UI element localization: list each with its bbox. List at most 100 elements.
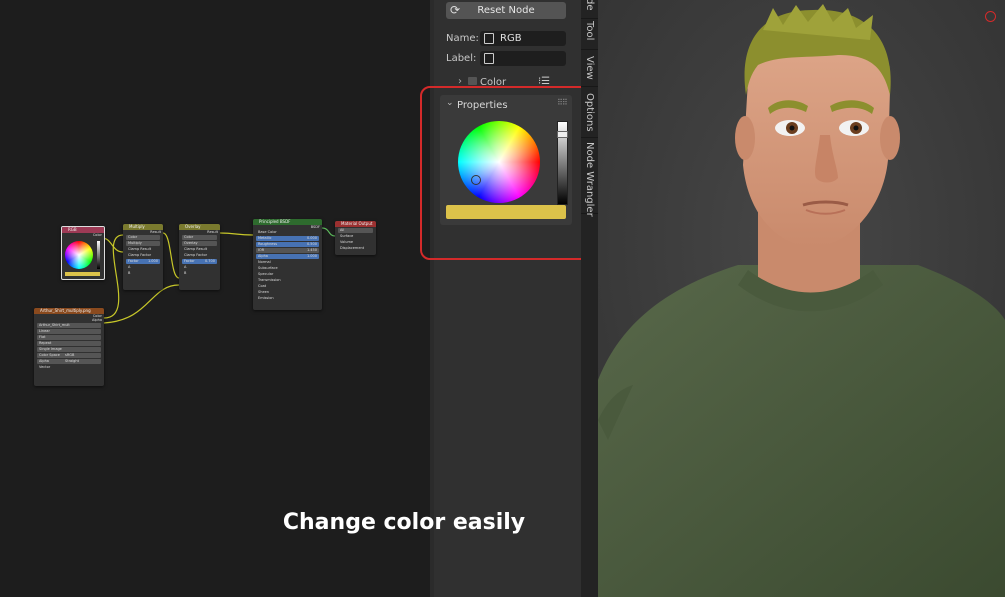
output-header[interactable]: Material Output: [335, 221, 376, 227]
link-mix2-bsdf: [219, 232, 254, 236]
bsdf-metallic-value: 0.000: [306, 236, 317, 240]
image-alpha-mode-label: Alpha: [39, 359, 49, 363]
rgb-node-color-wheel[interactable]: [65, 241, 93, 269]
tab-node-wrangler-label: Node Wrangler: [584, 142, 595, 217]
bsdf-base-color: Base Color: [258, 230, 277, 234]
mix-multiply-b: B: [128, 271, 131, 275]
bsdf-alpha[interactable]: Alpha 1.000: [256, 254, 319, 259]
bsdf-transmission[interactable]: Transmission: [256, 278, 319, 283]
reset-node-button[interactable]: ⟳ Reset Node: [446, 2, 566, 19]
mix-multiply-datatype[interactable]: Color: [126, 235, 160, 240]
name-label: Name:: [446, 33, 479, 44]
mix-overlay-output: Result: [207, 230, 218, 234]
bsdf-sheen[interactable]: Sheen: [256, 290, 319, 295]
label-label: Label:: [446, 53, 477, 64]
node-links: [101, 227, 336, 324]
tab-tool[interactable]: Tool: [581, 19, 598, 50]
reset-node-label: Reset Node: [477, 5, 535, 16]
bsdf-alpha-value: 1.000: [306, 254, 317, 258]
highlight-outline: [420, 86, 590, 260]
3d-viewport[interactable]: [598, 0, 1005, 597]
mix-multiply-node[interactable]: Multiply Result Color Multiply Clamp Res…: [123, 224, 163, 290]
image-extension[interactable]: Repeat: [37, 341, 101, 346]
mix-multiply-factor-value: 1.000: [147, 259, 158, 263]
mix-overlay-clamp-factor[interactable]: Clamp Factor: [182, 253, 217, 258]
link-mix1-mix2: [162, 232, 180, 279]
mix-multiply-output: Result: [150, 230, 161, 234]
bsdf-alpha-label: Alpha: [258, 254, 268, 258]
link-image-mix1: [103, 234, 124, 319]
bsdf-metallic[interactable]: Metallic 0.000: [256, 236, 319, 241]
mix-overlay-factor[interactable]: Factor 0.700: [182, 259, 217, 264]
image-source[interactable]: Single Image: [37, 347, 101, 352]
mix-overlay-datatype[interactable]: Color: [182, 235, 217, 240]
tab-view[interactable]: View: [581, 50, 598, 87]
node-icon: [484, 53, 494, 64]
bsdf-metallic-label: Metallic: [258, 236, 272, 240]
mix-overlay-factor-label: Factor: [184, 259, 195, 263]
mix-multiply-clamp-result[interactable]: Clamp Result: [126, 247, 160, 252]
output-surface: Surface: [340, 234, 354, 238]
bsdf-roughness-value: 0.500: [306, 242, 317, 246]
image-color-space[interactable]: Color Space sRGB: [37, 353, 101, 358]
tab-node-wrangler[interactable]: Node Wrangler: [581, 138, 598, 217]
bsdf-roughness[interactable]: Roughness 0.500: [256, 242, 319, 247]
principled-bsdf-node[interactable]: Principled BSDF BSDF Base Color Metallic…: [253, 219, 322, 310]
mix-multiply-factor-label: Factor: [128, 259, 139, 263]
mix-multiply-factor[interactable]: Factor 1.000: [126, 259, 160, 264]
output-target[interactable]: All: [338, 228, 373, 233]
checkbox[interactable]: [468, 77, 477, 85]
tab-node-label: de: [584, 0, 595, 11]
image-file[interactable]: Arthur_Shirt_mult: [37, 323, 101, 328]
name-value: RGB: [500, 33, 522, 44]
image-alpha-mode-value: Straight: [65, 359, 79, 363]
bsdf-specular[interactable]: Specular: [256, 272, 319, 277]
bsdf-output: BSDF: [310, 225, 320, 229]
node-editor[interactable]: RGB Color Multiply Result Color Multiply…: [0, 0, 430, 597]
mix-overlay-blend[interactable]: Overlay: [182, 241, 217, 246]
mix-overlay-b: B: [184, 271, 187, 275]
character-render: [598, 0, 1005, 597]
rgb-node-swatch[interactable]: [65, 272, 100, 276]
image-alpha-mode[interactable]: Alpha Straight: [37, 359, 101, 364]
tab-tool-label: Tool: [584, 21, 595, 41]
tab-node[interactable]: de: [581, 0, 598, 19]
sidebar-tab-strip: de Tool View Options Node Wrangler: [581, 0, 598, 597]
mix-multiply-a: A: [128, 265, 131, 269]
tab-options[interactable]: Options: [581, 87, 598, 138]
material-output-node[interactable]: Material Output All Surface Volume Displ…: [335, 221, 376, 255]
rgb-node[interactable]: RGB Color: [61, 226, 105, 280]
caption: Change color easily: [282, 510, 526, 535]
label-field[interactable]: [480, 51, 566, 66]
tab-view-label: View: [584, 56, 595, 80]
bsdf-emission[interactable]: Emission: [256, 296, 319, 301]
bsdf-roughness-label: Roughness: [258, 242, 278, 246]
image-color-space-label: Color Space: [39, 353, 60, 357]
image-projection[interactable]: Flat: [37, 335, 101, 340]
node-icon: [484, 33, 494, 44]
mix-overlay-clamp-result[interactable]: Clamp Result: [182, 247, 217, 252]
bsdf-subsurface[interactable]: Subsurface: [256, 266, 319, 271]
tab-options-label: Options: [584, 93, 595, 132]
output-displacement: Displacement: [340, 246, 365, 250]
image-texture-node[interactable]: Arthur_Shirt_multiply.png Color Alpha Ar…: [34, 308, 104, 386]
image-vector: Vector: [39, 365, 51, 369]
bsdf-coat[interactable]: Coat: [256, 284, 319, 289]
bsdf-ior-value: 1.450: [306, 248, 317, 252]
mix-overlay-node[interactable]: Overlay Result Color Overlay Clamp Resul…: [179, 224, 220, 290]
bsdf-ior[interactable]: IOR 1.450: [256, 248, 319, 253]
record-icon[interactable]: [985, 11, 996, 22]
rgb-node-output: Color: [92, 233, 102, 237]
name-field[interactable]: RGB: [480, 31, 566, 46]
bsdf-normal: Normal: [258, 260, 271, 264]
link-rgb-mix1: [101, 237, 124, 253]
link-bsdf-output: [321, 227, 336, 237]
output-volume: Volume: [340, 240, 354, 244]
rgb-node-value-slider[interactable]: [97, 241, 100, 269]
mix-multiply-clamp-factor[interactable]: Clamp Factor: [126, 253, 160, 258]
mix-multiply-blend[interactable]: Multiply: [126, 241, 160, 246]
image-interpolation[interactable]: Linear: [37, 329, 101, 334]
mix-overlay-factor-value: 0.700: [204, 259, 215, 263]
image-color-space-value: sRGB: [65, 353, 75, 357]
image-output-alpha: Alpha: [92, 318, 102, 322]
